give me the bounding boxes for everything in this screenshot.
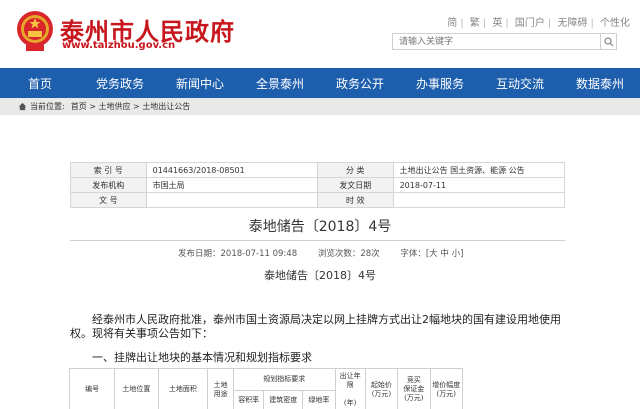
toplink-personalize[interactable]: 个性化 xyxy=(600,18,630,29)
land-parcel-table: 编号 土地位置 土地面积 土地 用途 规划指标要求 出让年限 (年) 起始价(万… xyxy=(68,368,463,409)
national-emblem-icon[interactable] xyxy=(15,9,55,53)
toplink-english[interactable]: 英 xyxy=(492,18,502,29)
article-title: 泰地储告〔2018〕4号 xyxy=(248,219,392,235)
nav-item-panorama[interactable]: 全景泰州 xyxy=(240,75,320,92)
breadcrumb-label: 当前位置: xyxy=(30,102,65,111)
breadcrumb: 当前位置: 首页 > 土地供应 > 土地出让公告 xyxy=(0,98,640,115)
document-info-table: 索 引 号 01441663/2018-08501 分 类 土地出让公告 国土资… xyxy=(70,162,566,208)
issuer-value: 市国土局 xyxy=(145,177,318,193)
nav-item-news[interactable]: 新闻中心 xyxy=(160,75,240,92)
col-far: 容积率 xyxy=(233,390,265,409)
nav-item-data[interactable]: 数据泰州 xyxy=(560,75,640,92)
toplink-national-portal[interactable]: 国门户 xyxy=(515,18,545,29)
col-no: 编号 xyxy=(68,368,116,409)
col-increment: 增价幅度(万元) xyxy=(429,368,463,409)
nav-item-government-affairs[interactable]: 政务公开 xyxy=(320,75,400,92)
toplink-accessibility[interactable]: 无障碍 xyxy=(557,18,587,29)
index-value: 01441663/2018-08501 xyxy=(145,162,318,178)
col-use-top: 土地 xyxy=(213,380,228,389)
docno-value xyxy=(145,192,318,208)
category-value: 土地出让公告 国土资源、能源 公告 xyxy=(392,162,566,178)
nav-item-interaction[interactable]: 互动交流 xyxy=(480,75,560,92)
view-count: 浏览次数：28次 xyxy=(317,249,380,259)
col-deposit-top: 竞买 xyxy=(406,376,421,384)
col-deposit: 竞买 保证金(万元) xyxy=(397,368,431,409)
search-button[interactable] xyxy=(600,33,617,50)
col-start-price: 起始价(万元) xyxy=(364,368,399,409)
col-use: 土地 用途 xyxy=(207,368,235,409)
top-links: 简 | 繁 | 英 | 国门户 | 无障碍 | 个性化 xyxy=(447,18,630,29)
nav-item-party-affairs[interactable]: 党务政务 xyxy=(80,75,160,92)
col-location: 土地位置 xyxy=(114,368,159,409)
issue-date-label: 发文日期 xyxy=(316,177,394,193)
validity-label: 时 效 xyxy=(316,192,394,208)
font-size-control[interactable]: 字体：[大 中 小] xyxy=(400,249,463,259)
col-area: 土地面积 xyxy=(157,368,209,409)
nav-item-home[interactable]: 首页 xyxy=(0,75,80,92)
nav-item-services[interactable]: 办事服务 xyxy=(400,75,480,92)
article-paragraph: 经泰州市人民政府批准，泰州市国土资源局决定以网上挂牌方式出让2幅地块的国有建设用… xyxy=(70,313,561,340)
col-green: 绿地率 xyxy=(302,390,336,409)
index-label: 索 引 号 xyxy=(70,162,147,178)
search-icon xyxy=(603,36,613,46)
col-years-top: 出让年限 xyxy=(339,371,361,389)
site-domain: www.taizhou.gov.cn xyxy=(62,40,176,51)
issue-date-value: 2018-07-11 xyxy=(392,177,566,193)
title-divider xyxy=(70,240,565,241)
main-nav: 首页 党务政务 新闻中心 全景泰州 政务公开 办事服务 互动交流 数据泰州 xyxy=(0,68,640,98)
col-deposit-bottom: 保证金(万元) xyxy=(403,385,425,402)
location-icon xyxy=(18,102,27,111)
article-subtitle: 泰地储告〔2018〕4号 xyxy=(264,269,376,282)
search-input[interactable] xyxy=(392,33,602,50)
category-label: 分 类 xyxy=(316,162,394,178)
site-header: 泰州市人民政府 www.taizhou.gov.cn 简 | 繁 | 英 | 国门户 |… xyxy=(0,0,640,68)
issuer-label: 发布机构 xyxy=(70,177,147,193)
validity-value xyxy=(392,192,566,208)
col-use-bottom: 用途 xyxy=(213,389,228,398)
toplink-traditional[interactable]: 繁 xyxy=(470,18,480,29)
breadcrumb-path[interactable]: 首页 > 土地供应 > 土地出让公告 xyxy=(71,101,191,112)
section-heading: 一、挂牌出让地块的基本情况和规划指标要求 xyxy=(92,351,312,364)
docno-label: 文 号 xyxy=(70,192,147,208)
col-years: 出让年限 (年) xyxy=(334,368,366,409)
col-density: 建筑密度 xyxy=(263,390,304,409)
article-meta: 发布日期：2018-07-11 09:48 浏览次数：28次 字体：[大 中 小… xyxy=(178,247,481,259)
col-plan: 规划指标要求 xyxy=(233,368,336,391)
col-years-bottom: (年) xyxy=(343,398,357,407)
publish-time: 发布日期：2018-07-11 09:48 xyxy=(178,249,298,259)
toplink-simplified[interactable]: 简 xyxy=(447,18,457,29)
